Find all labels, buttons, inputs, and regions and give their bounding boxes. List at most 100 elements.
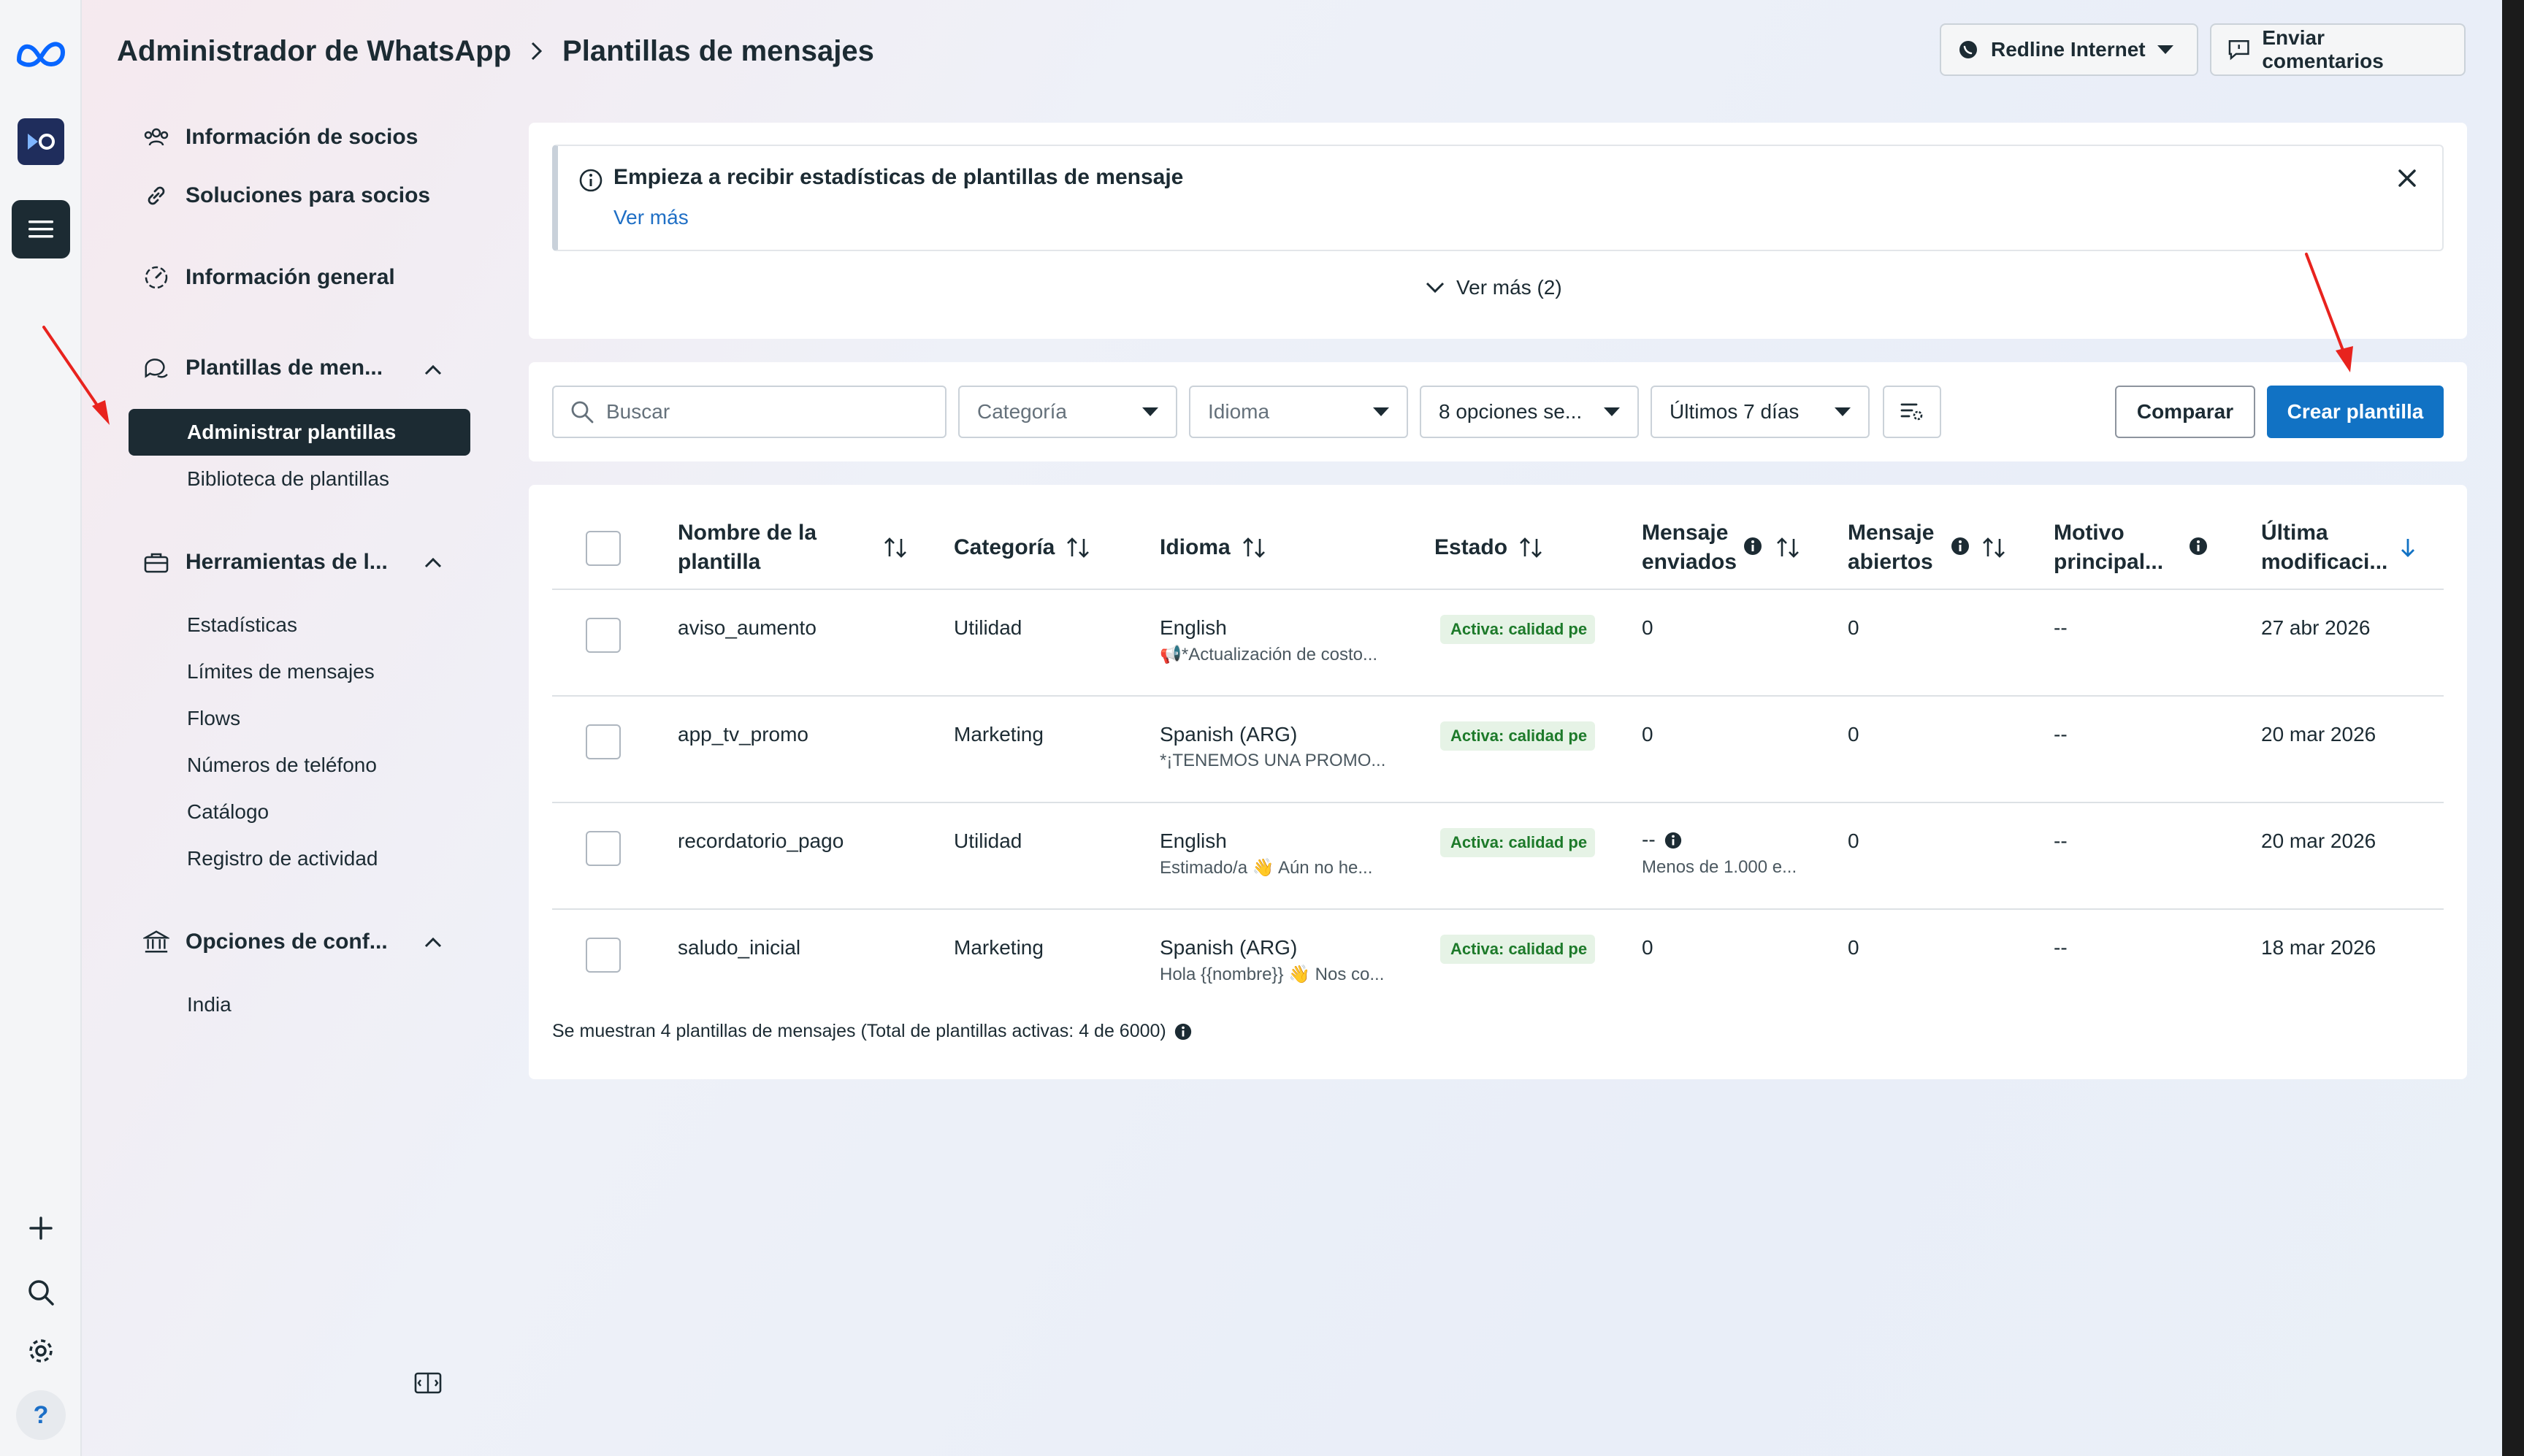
sidebar-item-statistics[interactable]: Estadísticas: [187, 613, 297, 637]
bank-icon: [143, 929, 169, 955]
sidebar-item-label: Información de socios: [186, 125, 418, 149]
insights-banner: Empieza a recibir estadísticas de planti…: [552, 145, 2444, 251]
info-icon[interactable]: [2188, 536, 2208, 556]
info-icon[interactable]: [1664, 831, 1683, 850]
sort-descending-icon[interactable]: [2398, 536, 2417, 559]
plus-icon[interactable]: [26, 1214, 56, 1243]
column-settings-button[interactable]: [1883, 386, 1941, 438]
last-modified: 20 mar 2026: [2261, 829, 2376, 852]
row-checkbox[interactable]: [586, 831, 621, 866]
opened-count: 0: [1848, 616, 1859, 639]
help-icon[interactable]: ?: [16, 1390, 66, 1440]
show-more-toggle[interactable]: Ver más (2): [1424, 276, 1562, 299]
sort-icon[interactable]: [882, 536, 909, 559]
column-header-reason[interactable]: Motivo principal...: [2054, 518, 2163, 577]
caret-down-icon: [1835, 407, 1851, 416]
top-reason: --: [2054, 829, 2068, 852]
chevron-up-icon[interactable]: [421, 358, 445, 383]
sidebar-item-partner-solutions[interactable]: Soluciones para socios: [143, 183, 430, 209]
row-checkbox[interactable]: [586, 724, 621, 759]
search-icon[interactable]: [26, 1278, 56, 1307]
account-selector[interactable]: Redline Internet: [1940, 23, 2198, 76]
menu-icon[interactable]: [12, 200, 70, 258]
opened-count: 0: [1848, 723, 1859, 746]
annotation-arrow-icon: [2305, 253, 2353, 372]
column-header-modified-line2: modificaci...: [2261, 550, 2388, 574]
search-placeholder: Buscar: [606, 400, 670, 423]
date-range-dropdown[interactable]: Últimos 7 días: [1651, 386, 1870, 438]
sidebar-item-catalog[interactable]: Catálogo: [187, 800, 269, 824]
search-input[interactable]: Buscar: [552, 386, 946, 438]
column-header-sent-line2: enviados: [1642, 550, 1737, 574]
sidebar-section-tools[interactable]: Herramientas de l...: [143, 549, 388, 575]
collapse-sidebar-icon[interactable]: [413, 1371, 443, 1395]
column-header-category[interactable]: Categoría: [954, 533, 1091, 562]
feedback-icon: [2228, 40, 2249, 61]
table-divider: [552, 802, 2444, 803]
template-language: English: [1160, 829, 1227, 852]
sidebar-item-activity-log[interactable]: Registro de actividad: [187, 847, 378, 870]
chevron-up-icon[interactable]: [421, 930, 445, 955]
gear-icon[interactable]: [26, 1336, 56, 1365]
breadcrumb-app-title[interactable]: Administrador de WhatsApp: [117, 35, 511, 68]
table-divider: [552, 695, 2444, 697]
sent-count: 0: [1642, 616, 1653, 639]
column-header-status-label: Estado: [1434, 535, 1508, 559]
column-header-last-modified[interactable]: Última modificaci...: [2261, 518, 2387, 577]
status-dropdown[interactable]: 8 opciones se...: [1420, 386, 1639, 438]
sent-count: --: [1642, 828, 1656, 851]
sidebar-section-templates[interactable]: Plantillas de men...: [143, 355, 383, 381]
sidebar-section-label: Herramientas de l...: [186, 550, 388, 574]
banner-title: Empieza a recibir estadísticas de planti…: [613, 165, 1184, 189]
chevron-up-icon[interactable]: [421, 551, 445, 575]
sidebar-item-phone-numbers[interactable]: Números de teléfono: [187, 754, 377, 777]
template-name[interactable]: recordatorio_pago: [678, 829, 844, 853]
sidebar-item-template-library[interactable]: Biblioteca de plantillas: [187, 467, 389, 491]
template-name[interactable]: saludo_inicial: [678, 936, 800, 959]
sent-count: 0: [1642, 936, 1653, 959]
template-name[interactable]: aviso_aumento: [678, 616, 817, 640]
sort-icon: [1520, 537, 1542, 558]
feedback-button[interactable]: Enviar comentarios: [2210, 23, 2466, 76]
sort-icon: [1242, 537, 1265, 558]
sidebar-item-india[interactable]: India: [187, 993, 232, 1016]
template-preview: Hola {{nombre}} 👋 Nos co...: [1160, 965, 1385, 984]
category-dropdown[interactable]: Categoría: [958, 386, 1177, 438]
link-icon: [143, 183, 169, 209]
banner-link[interactable]: Ver más: [613, 206, 689, 229]
column-header-opened[interactable]: Mensaje abiertos: [1848, 518, 1934, 577]
template-name[interactable]: app_tv_promo: [678, 723, 808, 746]
compare-button[interactable]: Comparar: [2115, 386, 2255, 438]
column-header-name-line2: plantilla: [678, 550, 761, 574]
chevron-right-icon: [531, 42, 543, 61]
sidebar-item-partner-info[interactable]: Información de socios: [143, 124, 418, 150]
sidebar-item-manage-templates[interactable]: Administrar plantillas: [129, 409, 470, 456]
column-header-status[interactable]: Estado: [1434, 533, 1544, 562]
templates-table-card: [529, 485, 2467, 1079]
close-icon[interactable]: [2393, 164, 2422, 193]
sort-icon[interactable]: [1981, 536, 2007, 559]
select-all-checkbox[interactable]: [586, 531, 621, 566]
table-footer: Se muestran 4 plantillas de mensajes (To…: [552, 1021, 1193, 1042]
sidebar-section-settings[interactable]: Opciones de conf...: [143, 929, 388, 955]
column-header-language[interactable]: Idioma: [1160, 533, 1267, 562]
info-icon[interactable]: [1174, 1022, 1193, 1041]
column-header-sent[interactable]: Mensaje enviados: [1642, 518, 1737, 577]
business-app-icon[interactable]: [18, 118, 64, 165]
column-header-name[interactable]: Nombre de la plantilla: [678, 518, 817, 577]
sidebar-item-message-limits[interactable]: Límites de mensajes: [187, 660, 375, 683]
status-badge: Activa: calidad pe: [1440, 615, 1595, 644]
sort-icon[interactable]: [1775, 536, 1801, 559]
row-checkbox[interactable]: [586, 618, 621, 653]
language-dropdown[interactable]: Idioma: [1189, 386, 1408, 438]
table-footer-text: Se muestran 4 plantillas de mensajes (To…: [552, 1021, 1166, 1041]
sort-icon: [1067, 537, 1090, 558]
meta-logo-icon[interactable]: [15, 35, 67, 72]
row-checkbox[interactable]: [586, 938, 621, 973]
sidebar-item-flows[interactable]: Flows: [187, 707, 240, 730]
sidebar-item-overview[interactable]: Información general: [143, 264, 395, 291]
template-category: Marketing: [954, 936, 1044, 959]
create-template-button[interactable]: Crear plantilla: [2267, 386, 2444, 438]
info-icon[interactable]: [1743, 536, 1763, 556]
info-icon[interactable]: [1950, 536, 1970, 556]
